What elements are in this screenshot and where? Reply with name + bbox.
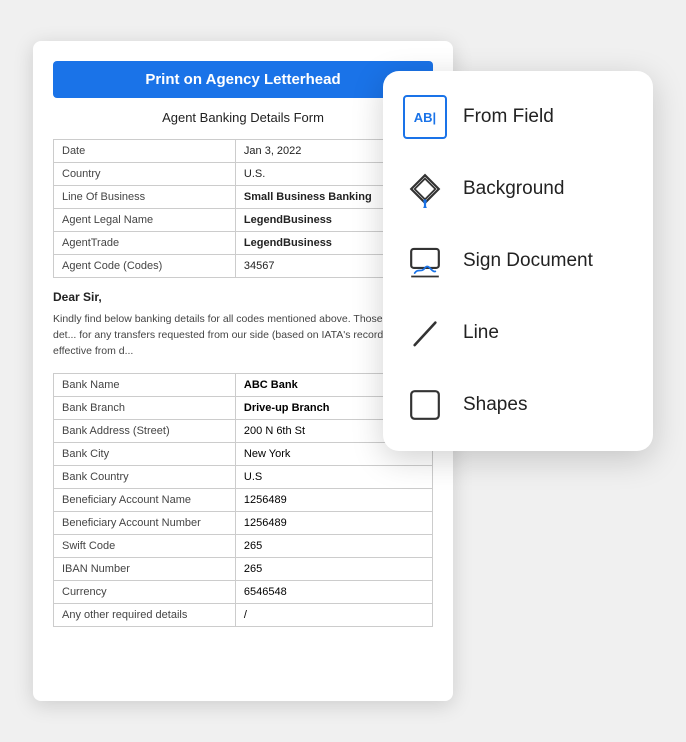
table-row: Swift Code265 <box>54 535 433 558</box>
table-row: Bank Address (Street)200 N 6th St <box>54 420 433 443</box>
table-cell-label: Bank Country <box>54 466 236 489</box>
line-icon <box>403 311 447 355</box>
table-row: Bank BranchDrive-up Branch <box>54 397 433 420</box>
from-field-icon: AB| <box>403 95 447 139</box>
table-cell-label: Swift Code <box>54 535 236 558</box>
table-row: Bank CityNew York <box>54 443 433 466</box>
table-cell-label: Line Of Business <box>54 186 236 209</box>
table-cell-label: Beneficiary Account Number <box>54 512 236 535</box>
menu-label-shapes: Shapes <box>463 394 527 416</box>
dear-text: Dear Sir, <box>53 290 433 304</box>
print-button[interactable]: Print on Agency Letterhead <box>53 61 433 98</box>
document-title: Agent Banking Details Form <box>53 110 433 125</box>
table-cell-value: / <box>235 604 432 627</box>
body-text: Kindly find below banking details for al… <box>53 312 433 359</box>
table-row: Any other required details/ <box>54 604 433 627</box>
table-cell-value: 1256489 <box>235 512 432 535</box>
table-cell-value: U.S <box>235 466 432 489</box>
table-cell-value: 6546548 <box>235 581 432 604</box>
background-icon <box>403 167 447 211</box>
table-row: Line Of BusinessSmall Business Banking <box>54 186 433 209</box>
menu-item-shapes[interactable]: Shapes <box>383 369 653 441</box>
table-row: Bank CountryU.S <box>54 466 433 489</box>
menu-label-sign-document: Sign Document <box>463 250 593 272</box>
table-cell-label: Any other required details <box>54 604 236 627</box>
table-cell-label: Beneficiary Account Name <box>54 489 236 512</box>
sign-document-icon <box>403 239 447 283</box>
table-cell-label: Agent Legal Name <box>54 209 236 232</box>
table-cell-value: 265 <box>235 535 432 558</box>
table-row: IBAN Number265 <box>54 558 433 581</box>
scene: Print on Agency Letterhead Agent Banking… <box>33 21 653 721</box>
table-row: CountryU.S. <box>54 163 433 186</box>
table-cell-value: 1256489 <box>235 489 432 512</box>
table-cell-label: Bank Name <box>54 374 236 397</box>
table-row: Beneficiary Account Name1256489 <box>54 489 433 512</box>
info-table: DateJan 3, 2022CountryU.S.Line Of Busine… <box>53 139 433 278</box>
table-row: Agent Code (Codes)34567 <box>54 255 433 278</box>
menu-item-line[interactable]: Line <box>383 297 653 369</box>
table-row: Beneficiary Account Number1256489 <box>54 512 433 535</box>
table-row: Currency6546548 <box>54 581 433 604</box>
table-row: Bank NameABC Bank <box>54 374 433 397</box>
table-cell-label: Currency <box>54 581 236 604</box>
table-cell-label: AgentTrade <box>54 232 236 255</box>
table-cell-label: Bank City <box>54 443 236 466</box>
bank-table: Bank NameABC BankBank BranchDrive-up Bra… <box>53 373 433 627</box>
table-cell-value: 265 <box>235 558 432 581</box>
menu-card: AB| From Field Background <box>383 71 653 451</box>
table-row: DateJan 3, 2022 <box>54 140 433 163</box>
menu-label-background: Background <box>463 178 564 200</box>
table-cell-label: Agent Code (Codes) <box>54 255 236 278</box>
menu-label-from-field: From Field <box>463 106 554 128</box>
table-cell-label: IBAN Number <box>54 558 236 581</box>
table-cell-label: Bank Branch <box>54 397 236 420</box>
menu-label-line: Line <box>463 322 499 344</box>
table-row: Agent Legal NameLegendBusiness <box>54 209 433 232</box>
table-cell-label: Country <box>54 163 236 186</box>
menu-item-sign-document[interactable]: Sign Document <box>383 225 653 297</box>
table-cell-label: Bank Address (Street) <box>54 420 236 443</box>
menu-item-background[interactable]: Background <box>383 153 653 225</box>
table-cell-label: Date <box>54 140 236 163</box>
menu-item-from-field[interactable]: AB| From Field <box>383 81 653 153</box>
shapes-icon <box>403 383 447 427</box>
table-row: AgentTradeLegendBusiness <box>54 232 433 255</box>
